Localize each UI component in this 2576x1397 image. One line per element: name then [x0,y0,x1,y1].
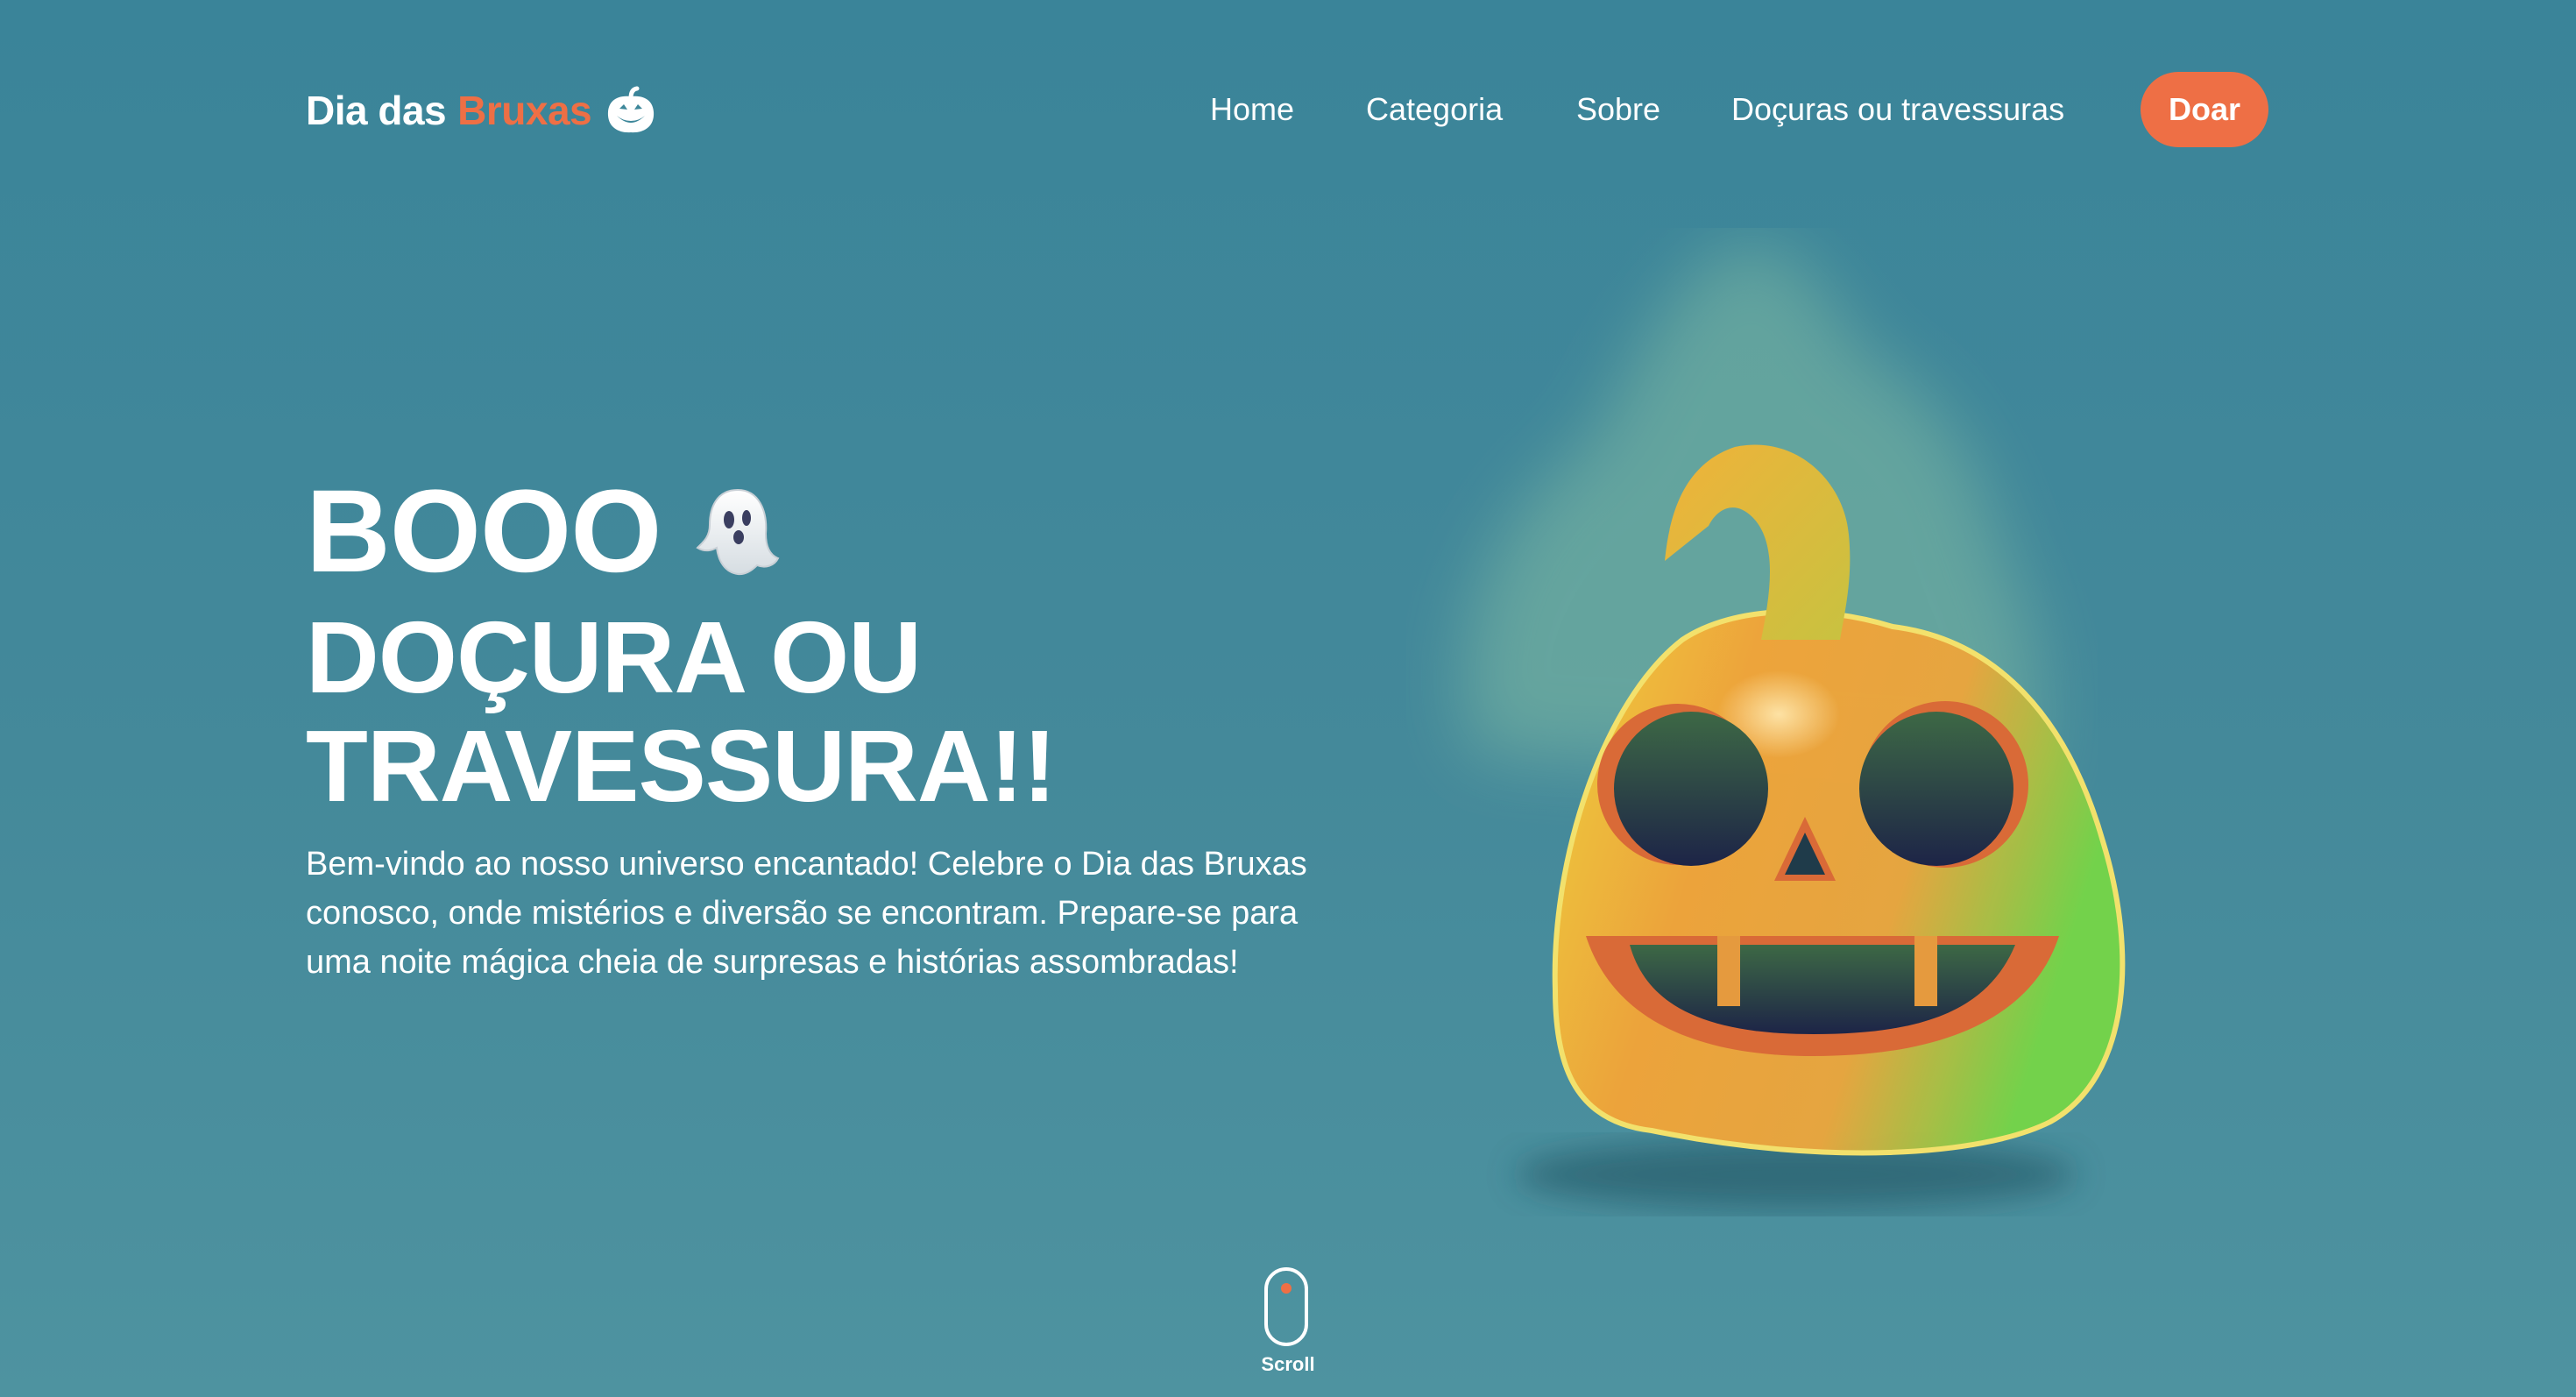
mouse-scroll-icon[interactable] [1264,1267,1308,1346]
hero-subtitle-line1: DOÇURA OU [306,600,922,714]
nav-docuras[interactable]: Doçuras ou travessuras [1731,91,2064,128]
jack-o-lantern-illustration [1463,242,2126,1209]
ghost-icon [696,488,780,576]
nav-home[interactable]: Home [1210,91,1294,128]
scroll-wheel-dot [1281,1283,1292,1294]
hero-subtitle-line2: TRAVESSURA!! [306,709,1057,823]
donate-button[interactable]: Doar [2141,72,2268,147]
nav-sobre[interactable]: Sobre [1576,91,1660,128]
hero-title: BOOO [306,466,662,597]
hero-heading: BOOO DOÇURA OU TRAVESSURA!! [306,466,1057,823]
nav-categoria[interactable]: Categoria [1366,91,1503,128]
scroll-label: Scroll [1261,1353,1315,1375]
hero-description: Bem-vindo ao nosso universo encantado! C… [306,846,1307,981]
